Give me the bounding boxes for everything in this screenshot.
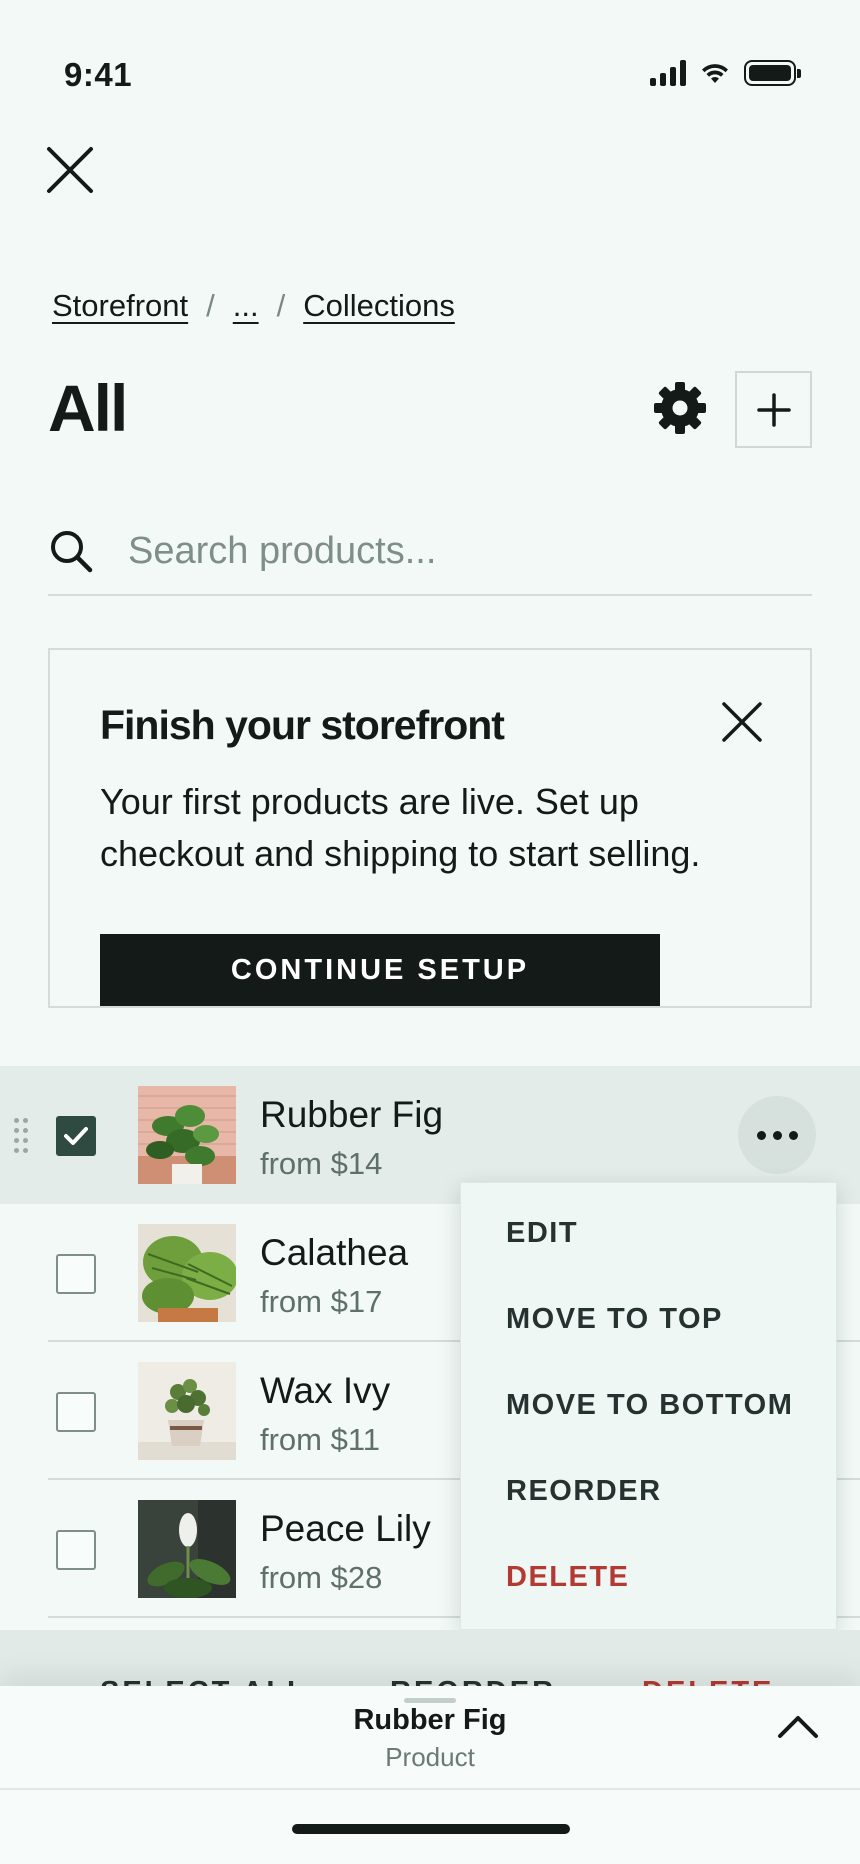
setup-banner: Finish your storefront Your first produc…: [48, 648, 812, 1008]
breadcrumb-collections-link[interactable]: Collections: [303, 288, 455, 324]
menu-item-move-to-top[interactable]: MOVE TO TOP: [506, 1303, 723, 1336]
search-icon: [51, 531, 93, 573]
menu-item-delete[interactable]: DELETE: [506, 1561, 629, 1594]
more-options-button[interactable]: [738, 1096, 816, 1174]
breadcrumb-separator: /: [276, 288, 286, 323]
search-input[interactable]: [128, 529, 768, 573]
menu-item-reorder[interactable]: REORDER: [506, 1475, 662, 1508]
banner-text: Your first products are live. Set up che…: [100, 781, 701, 874]
select-all-button[interactable]: SELECT ALL: [100, 1676, 308, 1686]
add-button[interactable]: [735, 371, 812, 448]
delete-button[interactable]: DELETE: [642, 1676, 774, 1686]
breadcrumb-storefront-link[interactable]: Storefront: [52, 288, 188, 324]
bottom-sheet: Rubber Fig Product: [0, 1686, 860, 1864]
product-price: from $28: [260, 1560, 383, 1595]
close-icon[interactable]: [44, 144, 96, 196]
gear-icon[interactable]: [652, 380, 708, 436]
product-name: Peace Lily: [260, 1508, 431, 1549]
product-thumbnail-peace-lily: [138, 1500, 236, 1598]
checkbox-checked[interactable]: [56, 1116, 96, 1156]
product-price: from $17: [260, 1284, 383, 1319]
close-icon[interactable]: [720, 700, 764, 744]
status-time: 9:41: [64, 56, 133, 93]
plus-icon: [756, 392, 791, 427]
menu-item-edit[interactable]: EDIT: [506, 1217, 578, 1250]
checkbox[interactable]: [56, 1254, 96, 1294]
checkbox[interactable]: [56, 1530, 96, 1570]
reorder-button[interactable]: REORDER: [390, 1676, 556, 1686]
checkbox[interactable]: [56, 1392, 96, 1432]
sheet-grabber[interactable]: [404, 1698, 456, 1703]
status-icons: [650, 60, 801, 86]
home-indicator: [292, 1824, 570, 1834]
chevron-up-icon[interactable]: [776, 1712, 820, 1742]
menu-item-move-to-bottom[interactable]: MOVE TO BOTTOM: [506, 1389, 793, 1422]
product-name: Wax Ivy: [260, 1370, 391, 1411]
drag-handle-icon[interactable]: [14, 1118, 30, 1153]
cellular-signal-icon: [650, 60, 686, 86]
product-price: from $11: [260, 1422, 381, 1457]
product-thumbnail-wax-ivy: [138, 1362, 236, 1460]
continue-setup-button[interactable]: CONTINUE SETUP: [100, 934, 660, 1006]
product-price: from $14: [260, 1146, 383, 1181]
battery-icon: [744, 60, 801, 86]
breadcrumb: Storefront / ... / Collections: [52, 288, 455, 324]
ellipsis-icon: [756, 1130, 766, 1140]
checkmark-icon: [64, 1127, 88, 1145]
banner-title: Finish your storefront: [100, 702, 505, 748]
breadcrumb-separator: /: [206, 288, 215, 323]
breadcrumb-ellipsis-link[interactable]: ...: [233, 288, 259, 324]
sheet-subtitle: Product: [385, 1742, 475, 1772]
wifi-icon: [702, 64, 728, 83]
product-thumbnail-rubber-fig: [138, 1086, 236, 1184]
sheet-title: Rubber Fig: [353, 1704, 507, 1736]
search-bar: [48, 508, 812, 596]
product-thumbnail-calathea: [138, 1224, 236, 1322]
bulk-action-bar: SELECT ALL REORDER DELETE: [0, 1630, 860, 1686]
product-name: Rubber Fig: [260, 1094, 444, 1135]
product-name: Calathea: [260, 1232, 409, 1273]
context-menu: EDIT MOVE TO TOP MOVE TO BOTTOM REORDER …: [460, 1182, 837, 1630]
page-title: All: [48, 371, 128, 445]
